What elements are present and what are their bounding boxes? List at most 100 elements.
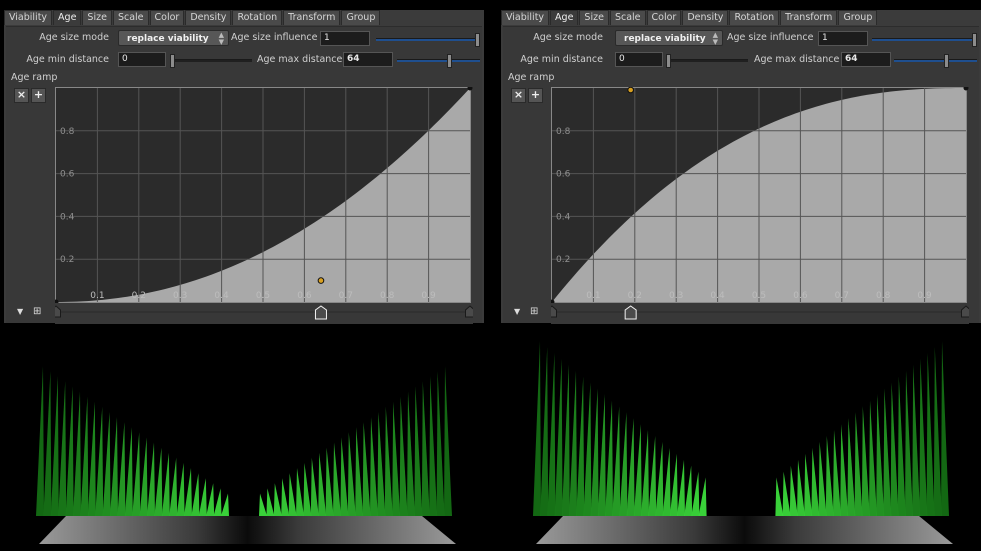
age-max-distance-slider[interactable] xyxy=(397,54,480,68)
tab-rotation[interactable]: Rotation xyxy=(729,10,780,25)
slider-handle[interactable] xyxy=(170,54,175,68)
age-min-distance-slider[interactable] xyxy=(170,54,252,68)
age-size-mode-dropdown[interactable]: replace viability ▲ ▼ xyxy=(615,30,723,46)
age-min-distance-slider[interactable] xyxy=(666,54,748,68)
age-size-influence-slider[interactable] xyxy=(872,33,977,47)
grass-blade xyxy=(176,462,185,516)
slider-handle[interactable] xyxy=(944,54,949,68)
slider-handle[interactable] xyxy=(447,54,452,68)
age-min-distance-field[interactable]: 0 xyxy=(615,52,663,67)
grass-blade xyxy=(333,442,341,516)
menu-arrow-icon[interactable]: ▼ xyxy=(514,307,520,316)
tab-age[interactable]: Age xyxy=(550,10,579,25)
tab-group[interactable]: Group xyxy=(341,10,381,25)
grass-blade xyxy=(377,411,386,516)
grass-blade xyxy=(303,462,312,516)
age-max-distance-label: Age max distance xyxy=(754,54,840,65)
y-tick-label: 0.2 xyxy=(556,255,570,265)
grass-blade xyxy=(392,401,401,516)
grass-blade xyxy=(50,376,59,516)
age-min-distance-label: Age min distance xyxy=(26,54,109,65)
tab-bar: Viability Age Size Scale Color Density R… xyxy=(501,10,878,26)
grass-blade xyxy=(833,430,841,516)
age-ramp-editor[interactable]: 0.1 0.2 0.3 0.4 0.5 0.6 0.7 0.8 0.9 0.2 0.4 0.6 0.8 xyxy=(547,85,971,324)
preset-icon[interactable]: ⊞ xyxy=(33,306,41,317)
tab-bar: Viability Age Size Scale Color Density R… xyxy=(4,10,381,26)
x-tick-label: 0.4 xyxy=(214,291,229,301)
tab-group[interactable]: Group xyxy=(838,10,878,25)
age-size-influence-slider[interactable] xyxy=(376,33,480,47)
grass-blade xyxy=(648,435,657,516)
grass-blade xyxy=(561,364,570,516)
age-max-distance-slider[interactable] xyxy=(894,54,977,68)
x-tick-label: 0.8 xyxy=(876,291,891,301)
preset-icon[interactable]: ⊞ xyxy=(530,306,538,317)
grass-blade xyxy=(804,453,813,516)
tab-density[interactable]: Density xyxy=(682,10,729,25)
add-point-button[interactable]: + xyxy=(528,88,543,103)
tab-viability[interactable]: Viability xyxy=(501,10,550,25)
ramp-plot[interactable]: 0.1 0.2 0.3 0.4 0.5 0.6 0.7 0.8 0.9 0.2 0.4 0.6 0.8 xyxy=(547,85,971,324)
x-tick-label: 0.9 xyxy=(421,291,436,301)
grass-blade xyxy=(775,477,784,516)
tab-color[interactable]: Color xyxy=(646,10,682,25)
grass-blade xyxy=(547,352,556,516)
grass-blade xyxy=(818,441,827,516)
tab-rotation[interactable]: Rotation xyxy=(232,10,283,25)
grass-blade xyxy=(73,391,81,516)
age-size-influence-field[interactable]: 1 xyxy=(320,31,370,46)
slider-handle[interactable] xyxy=(972,33,977,47)
tab-scale[interactable]: Scale xyxy=(609,10,646,25)
grass-blade xyxy=(669,453,678,516)
tab-color[interactable]: Color xyxy=(149,10,185,25)
grass-blade xyxy=(296,468,304,516)
x-tick-label: 0.8 xyxy=(380,291,395,301)
menu-arrow-icon[interactable]: ▼ xyxy=(17,307,23,316)
age-max-distance-field[interactable]: 64 xyxy=(841,52,891,67)
tab-size[interactable]: Size xyxy=(82,10,112,25)
grass-blade xyxy=(933,346,942,516)
grass-blade xyxy=(444,366,452,516)
panel-body: Age size mode replace viability ▲ ▼ Age s… xyxy=(503,26,979,324)
grass-blade xyxy=(655,441,664,516)
selected-ramp-point[interactable] xyxy=(317,277,325,284)
updown-arrows-icon: ▲ ▼ xyxy=(712,31,718,46)
age-max-distance-field[interactable]: 64 xyxy=(343,52,393,67)
slider-handle[interactable] xyxy=(475,33,480,47)
ramp-plot[interactable]: 0.1 0.2 0.3 0.4 0.5 0.6 0.7 0.8 0.9 0.2 0.4 0.6 0.8 xyxy=(51,85,475,324)
tab-age[interactable]: Age xyxy=(53,10,82,25)
grass-blade xyxy=(414,386,423,516)
slider-handle[interactable] xyxy=(666,54,671,68)
grass-blade xyxy=(325,447,334,516)
tab-density[interactable]: Density xyxy=(185,10,232,25)
grass-blade xyxy=(897,376,906,516)
grass-blade xyxy=(919,358,928,516)
tab-transform[interactable]: Transform xyxy=(283,10,341,25)
age-size-mode-label: Age size mode xyxy=(39,32,109,43)
x-tick-label: 0.1 xyxy=(90,291,104,301)
tab-viability[interactable]: Viability xyxy=(4,10,53,25)
viewport-render-left xyxy=(4,330,484,551)
grass-blade xyxy=(421,381,430,516)
grass-blade xyxy=(612,406,621,516)
remove-point-button[interactable]: × xyxy=(511,88,526,103)
tab-size[interactable]: Size xyxy=(579,10,609,25)
age-size-influence-field[interactable]: 1 xyxy=(818,31,868,46)
grass-blade xyxy=(147,442,155,516)
grass-blade xyxy=(407,391,415,516)
x-tick-label: 0.5 xyxy=(256,291,270,301)
selected-ramp-point[interactable] xyxy=(627,86,634,94)
age-ramp-label: Age ramp xyxy=(508,72,555,83)
remove-point-button[interactable]: × xyxy=(14,88,29,103)
age-size-mode-dropdown[interactable]: replace viability ▲ ▼ xyxy=(118,30,229,46)
grass-blade xyxy=(318,452,327,516)
tab-transform[interactable]: Transform xyxy=(780,10,838,25)
grass-blade xyxy=(540,346,549,516)
grass-blade xyxy=(370,417,378,516)
age-ramp-editor[interactable]: 0.1 0.2 0.3 0.4 0.5 0.6 0.7 0.8 0.9 0.2 0.4 0.6 0.8 xyxy=(51,85,475,324)
tab-scale[interactable]: Scale xyxy=(112,10,149,25)
grass-blade xyxy=(576,376,585,516)
grass-blade xyxy=(583,382,592,516)
age-min-distance-field[interactable]: 0 xyxy=(118,52,166,67)
add-point-button[interactable]: + xyxy=(31,88,46,103)
